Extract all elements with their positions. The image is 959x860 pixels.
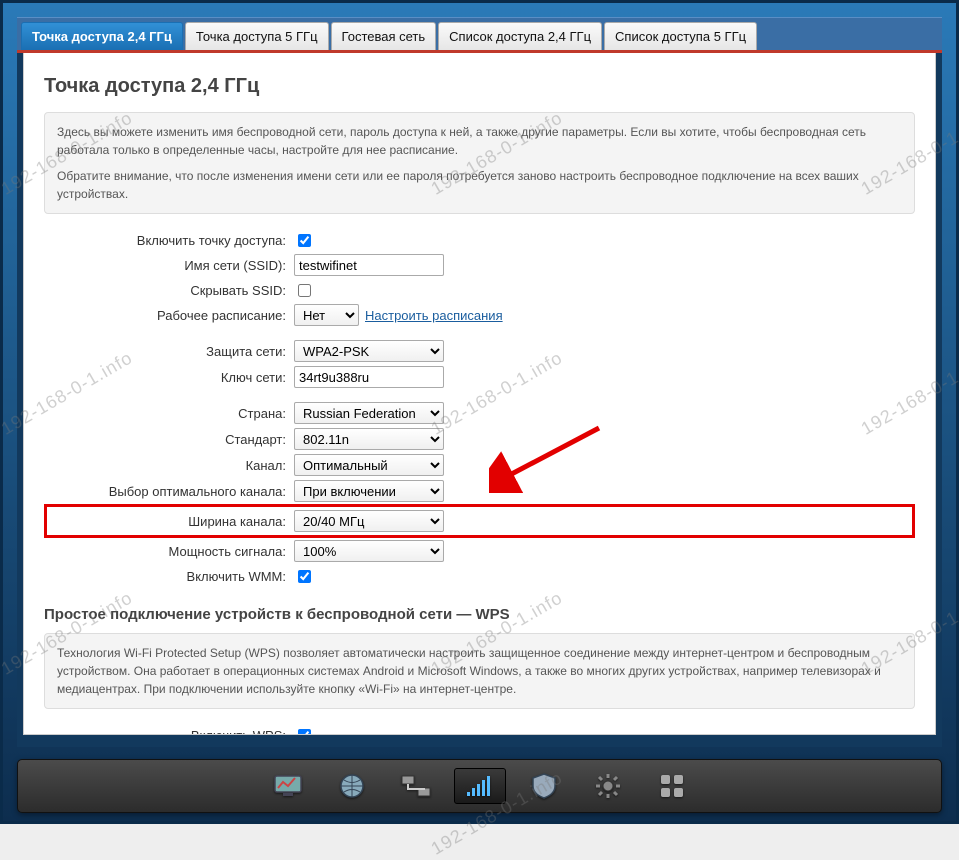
label-tx-power: Мощность сигнала: [44, 544, 294, 559]
info-box: Здесь вы можете изменить имя беспроводно… [44, 112, 915, 214]
tab-guest[interactable]: Гостевая сеть [331, 22, 437, 50]
highlight-channel-width: Ширина канала: 20/40 МГц [44, 504, 915, 538]
label-security: Защита сети: [44, 344, 294, 359]
checkbox-wmm[interactable] [298, 570, 311, 583]
content-panel: Точка доступа 2,4 ГГц Здесь вы можете из… [23, 53, 936, 735]
label-schedule: Рабочее расписание: [44, 308, 294, 323]
tabs-bar: Точка доступа 2,4 ГГц Точка доступа 5 ГГ… [17, 17, 942, 50]
select-optimal-channel[interactable]: При включении [294, 480, 444, 502]
info-text-2: Обратите внимание, что после изменения и… [57, 167, 902, 203]
checkbox-enable-ap[interactable] [298, 234, 311, 247]
bottom-nav [17, 759, 942, 813]
label-channel-width: Ширина канала: [47, 514, 294, 529]
nav-apps-icon[interactable] [646, 768, 698, 804]
label-key: Ключ сети: [44, 370, 294, 385]
select-channel[interactable]: Оптимальный [294, 454, 444, 476]
label-enable-ap: Включить точку доступа: [44, 233, 294, 248]
label-country: Страна: [44, 406, 294, 421]
nav-globe-icon[interactable] [326, 768, 378, 804]
nav-gear-icon[interactable] [582, 768, 634, 804]
wps-title: Простое подключение устройств к беспрово… [44, 606, 915, 623]
tab-acl-2-4[interactable]: Список доступа 2,4 ГГц [438, 22, 602, 50]
checkbox-enable-wps[interactable] [298, 729, 311, 736]
page-title: Точка доступа 2,4 ГГц [44, 75, 915, 98]
input-key[interactable] [294, 366, 444, 388]
label-enable-wps: Включить WPS: [44, 728, 294, 736]
nav-shield-icon[interactable] [518, 768, 570, 804]
select-tx-power[interactable]: 100% [294, 540, 444, 562]
select-security[interactable]: WPA2-PSK [294, 340, 444, 362]
tab-ap-2-4[interactable]: Точка доступа 2,4 ГГц [21, 22, 183, 50]
select-schedule[interactable]: Нет [294, 304, 359, 326]
label-wmm: Включить WMM: [44, 569, 294, 584]
tab-acl-5[interactable]: Список доступа 5 ГГц [604, 22, 757, 50]
label-ssid: Имя сети (SSID): [44, 258, 294, 273]
nav-network-icon[interactable] [390, 768, 442, 804]
wps-info-box: Технология Wi-Fi Protected Setup (WPS) п… [44, 633, 915, 709]
nav-wifi-icon[interactable] [454, 768, 506, 804]
label-channel: Канал: [44, 458, 294, 473]
label-optimal-channel: Выбор оптимального канала: [44, 484, 294, 499]
label-hide-ssid: Скрывать SSID: [44, 283, 294, 298]
select-country[interactable]: Russian Federation [294, 402, 444, 424]
checkbox-hide-ssid[interactable] [298, 284, 311, 297]
tab-ap-5[interactable]: Точка доступа 5 ГГц [185, 22, 329, 50]
nav-monitor-icon[interactable] [262, 768, 314, 804]
input-ssid[interactable] [294, 254, 444, 276]
info-text-1: Здесь вы можете изменить имя беспроводно… [57, 123, 902, 159]
label-standard: Стандарт: [44, 432, 294, 447]
select-standard[interactable]: 802.11n [294, 428, 444, 450]
select-channel-width[interactable]: 20/40 МГц [294, 510, 444, 532]
link-configure-schedule[interactable]: Настроить расписания [365, 308, 503, 323]
